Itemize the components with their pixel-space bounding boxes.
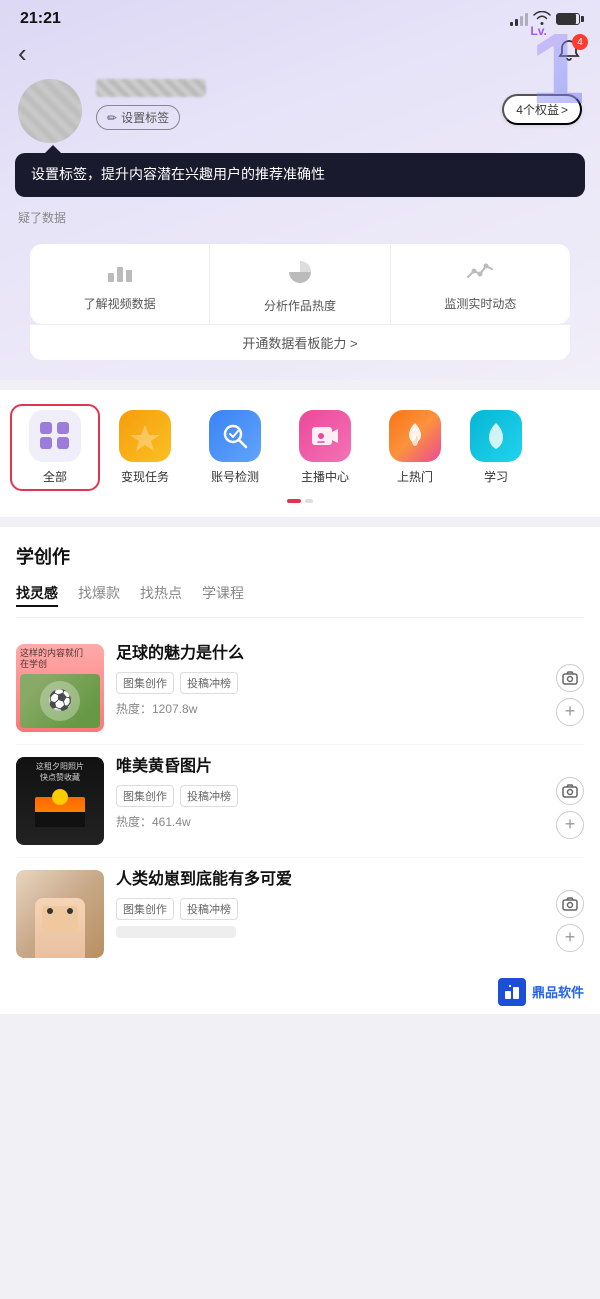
tool-all[interactable]: 全部: [10, 404, 100, 491]
tab-inspire[interactable]: 找灵感: [16, 583, 58, 607]
card-actions-1: +: [556, 644, 584, 726]
card-info-3: 人类幼崽到底能有多可爱 图集创作 投稿冲榜: [116, 870, 544, 939]
username-blur: [96, 79, 206, 97]
card-title-3: 人类幼崽到底能有多可爱: [116, 870, 544, 891]
tooltip-text: 设置标签，提升内容潜在兴趣用户的推荐准确性: [31, 166, 325, 182]
tab-trend[interactable]: 找热点: [140, 583, 182, 607]
status-bar: 21:21: [0, 0, 600, 33]
tool-live-label: 主播中心: [301, 468, 349, 485]
watermark: 鼎品软件: [0, 970, 600, 1014]
learn-section: 学创作 找灵感 找爆款 找热点 学课程 这样的内容就们在学创 ⚽ 足球的魅力是什…: [0, 527, 600, 970]
tools-section: 全部 🏆 变现任务 账号检测: [0, 390, 600, 517]
tool-hot[interactable]: 上热门: [370, 404, 460, 491]
related-data-label: 疑了数据: [0, 205, 600, 234]
card-tag-collection: 图集创作: [116, 672, 174, 694]
tool-task-label: 变现任务: [121, 468, 169, 485]
card-thumbnail-3: [16, 870, 104, 958]
signal-icon: [510, 13, 528, 26]
stat-video-label: 了解视频数据: [84, 295, 156, 312]
pencil-icon: ✏: [107, 111, 117, 125]
watermark-label: 鼎品软件: [532, 982, 584, 1001]
status-time: 21:21: [20, 10, 61, 28]
video-icon: [299, 410, 351, 462]
card-tag-submit: 投稿冲榜: [180, 672, 238, 694]
card-tag-collection-2: 图集创作: [116, 785, 174, 807]
card-info-1: 足球的魅力是什么 图集创作 投稿冲榜 热度：1207.8w: [116, 644, 544, 718]
stat-realtime[interactable]: 监测实时动态: [391, 245, 570, 324]
tool-learn[interactable]: 学习: [460, 404, 532, 491]
card-heat-2: 热度：461.4w: [116, 813, 544, 830]
content-card-1: 这样的内容就们在学创 ⚽ 足球的魅力是什么 图集创作 投稿冲榜 热度：1207.…: [16, 632, 584, 745]
card-info-2: 唯美黄昏图片 图集创作 投稿冲榜 热度：461.4w: [116, 757, 544, 831]
tab-popular[interactable]: 找爆款: [78, 583, 120, 607]
stat-realtime-label: 监测实时动态: [444, 295, 516, 312]
plus-button-2[interactable]: +: [556, 811, 584, 839]
tool-all-label: 全部: [43, 468, 67, 485]
card-tag-submit-2: 投稿冲榜: [180, 785, 238, 807]
card-thumbnail-1: 这样的内容就们在学创 ⚽: [16, 644, 104, 732]
card-tags-1: 图集创作 投稿冲榜: [116, 672, 544, 694]
learn-section-title: 学创作: [16, 543, 584, 569]
nav-bar: ‹ 4: [0, 33, 600, 79]
data-open-button[interactable]: 开通数据看板能力 >: [30, 324, 570, 360]
level-number: 1: [530, 19, 582, 119]
scroll-dot-1: [287, 499, 301, 503]
card-tags-2: 图集创作 投稿冲榜: [116, 785, 544, 807]
camera-button-2[interactable]: [556, 777, 584, 805]
card-actions-2: +: [556, 757, 584, 839]
tool-learn-label: 学习: [484, 468, 508, 485]
card-tag-submit-3: 投稿冲榜: [180, 898, 238, 920]
stats-row: 了解视频数据 分析作品热度: [30, 244, 570, 324]
card-tags-3: 图集创作 投稿冲榜: [116, 898, 544, 920]
card-heat-1: 热度：1207.8w: [116, 700, 544, 717]
card-heat-3: [116, 926, 544, 938]
plus-button-3[interactable]: +: [556, 924, 584, 952]
sub-tabs: 找灵感 找爆款 找热点 学课程: [16, 583, 584, 618]
tool-task[interactable]: 🏆 变现任务: [100, 404, 190, 491]
stat-video-data[interactable]: 了解视频数据: [30, 245, 210, 324]
stat-work-label: 分析作品热度: [264, 297, 336, 314]
tool-live[interactable]: 主播中心: [280, 404, 370, 491]
scroll-dot-2: [305, 499, 313, 503]
card-title-1: 足球的魅力是什么: [116, 644, 544, 665]
tool-detect[interactable]: 账号检测: [190, 404, 280, 491]
back-button[interactable]: ‹: [18, 38, 27, 69]
watermark-icon: [498, 978, 526, 1006]
content-card-2: 这租夕阳照片快点赞收藏 唯美黄昏图片 图集创作 投稿冲榜 热度：461.4w: [16, 745, 584, 858]
tools-scroll: 全部 🏆 变现任务 账号检测: [0, 404, 600, 491]
search-detect-icon: [209, 410, 261, 462]
avatar: [18, 79, 82, 143]
plus-button-1[interactable]: +: [556, 698, 584, 726]
tooltip-box: 设置标签，提升内容潜在兴趣用户的推荐准确性: [15, 153, 585, 197]
card-actions-3: +: [556, 870, 584, 952]
thumb-text-sunset: 这租夕阳照片快点赞收藏: [36, 761, 84, 783]
grid-icon: [40, 422, 70, 449]
camera-button-1[interactable]: [556, 664, 584, 692]
tool-detect-label: 账号检测: [211, 468, 259, 485]
tab-course[interactable]: 学课程: [202, 583, 244, 607]
thumb-text-soccer: 这样的内容就们在学创: [20, 648, 100, 671]
set-tag-button[interactable]: ✏ 设置标签: [96, 105, 180, 130]
camera-button-3[interactable]: [556, 890, 584, 918]
tool-hot-label: 上热门: [397, 468, 433, 485]
scroll-indicator: [0, 499, 600, 509]
card-tag-collection-3: 图集创作: [116, 898, 174, 920]
profile-section: ✏ 设置标签 4个权益 >: [0, 79, 600, 143]
content-card-3: 人类幼崽到底能有多可爱 图集创作 投稿冲榜 +: [16, 858, 584, 970]
card-title-2: 唯美黄昏图片: [116, 757, 544, 778]
line-chart-icon: [466, 259, 494, 289]
bar-chart-icon: [106, 259, 134, 289]
card-thumbnail-2: 这租夕阳照片快点赞收藏: [16, 757, 104, 845]
pie-chart-icon: [287, 259, 313, 291]
learn-icon: [470, 410, 522, 462]
stat-work-heat[interactable]: 分析作品热度: [210, 245, 390, 324]
trophy-icon: 🏆: [119, 410, 171, 462]
fire-icon: [389, 410, 441, 462]
